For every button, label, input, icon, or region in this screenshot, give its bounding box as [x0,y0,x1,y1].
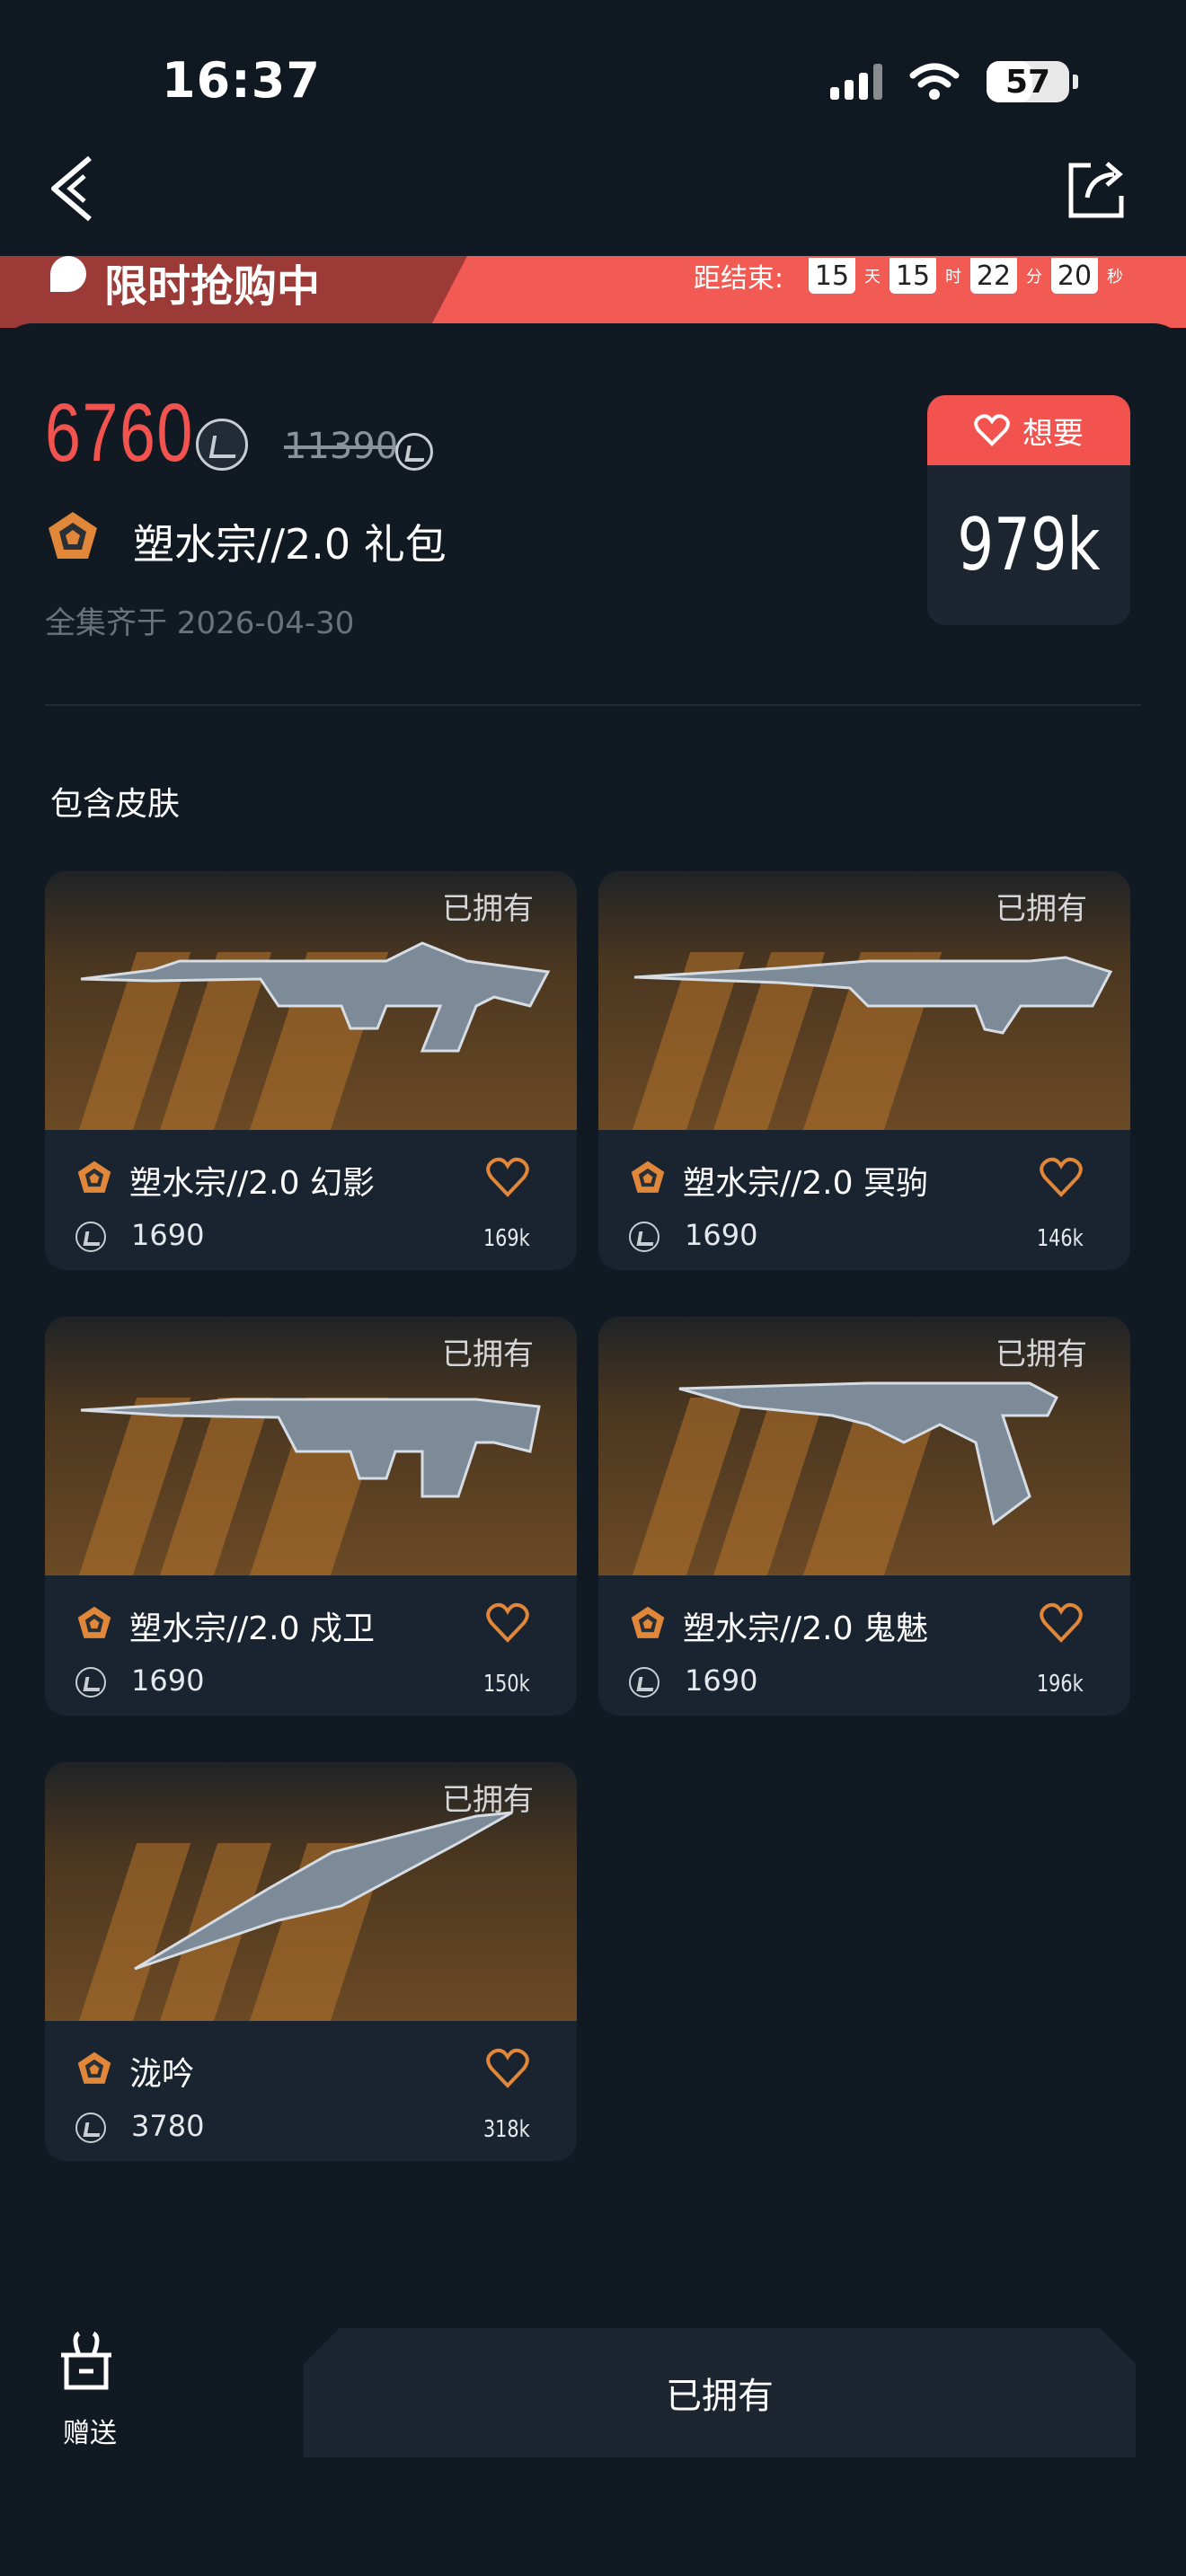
battery-level: 57 [1005,63,1051,101]
countdown-hours: 15 [890,258,936,294]
countdown-minutes: 22 [970,258,1017,294]
days-unit: 天 [864,268,881,287]
valorant-points-icon [75,2113,106,2143]
skin-card[interactable]: 已拥有 塑水宗//2.0 幻影 1690 169k [45,871,577,1270]
battery-icon: 57 [987,61,1069,102]
skin-card[interactable]: 已拥有 塑水宗//2.0 戍卫 1690 150k [45,1317,577,1716]
status-bar: 16:37 57 [0,0,1186,144]
skin-name: 塑水宗//2.0 鬼魅 [683,1610,928,1647]
skin-likes: 169k [483,1225,530,1252]
cellular-signal-icon [830,64,882,100]
tier-badge-icon [631,1606,665,1638]
skin-price: 3780 [131,2109,205,2143]
countdown: 距结束: 15 天 15 时 22 分 20 秒 [694,256,1123,296]
owned-label: 已拥有 [442,1782,534,1818]
section-title: 包含皮肤 [50,786,181,823]
tier-badge-icon [77,2051,111,2084]
share-icon[interactable] [1064,154,1132,223]
tier-badge-icon [631,1160,665,1193]
skin-likes: 150k [483,1671,530,1698]
valorant-points-icon [629,1222,659,1252]
valorant-points-icon [395,433,433,471]
skin-name: 塑水宗//2.0 戍卫 [129,1610,375,1647]
tier-badge-icon [49,512,97,559]
heart-icon[interactable] [485,2048,530,2089]
divider [45,704,1141,706]
skin-likes: 318k [483,2116,530,2143]
countdown-label: 距结束: [693,263,783,295]
flame-icon [50,256,86,292]
tier-badge-icon [77,1160,111,1193]
countdown-days: 15 [809,258,855,294]
gift-button[interactable]: 赠送 [45,2328,135,2454]
tier-badge-icon [77,1606,111,1638]
wifi-icon [909,63,960,100]
valorant-points-icon [196,419,248,471]
skin-image: 已拥有 [598,1317,1130,1575]
owned-label: 已拥有 [996,1337,1087,1372]
skin-likes: 146k [1037,1225,1084,1252]
gift-label: 赠送 [63,2418,117,2449]
heart-icon[interactable] [485,1602,530,1644]
promo-banner: 限时抢购中 距结束: 15 天 15 时 22 分 20 秒 [0,256,1186,328]
hours-unit: 时 [945,268,961,287]
skin-card[interactable]: 已拥有 塑水宗//2.0 鬼魅 1690 196k [598,1317,1130,1716]
complete-date: 全集齐于 2026-04-30 [45,605,355,641]
owned-button[interactable]: 已拥有 [304,2328,1136,2457]
chevron-left-icon[interactable] [45,153,108,225]
skin-likes: 196k [1037,1671,1084,1698]
owned-label: 已拥有 [996,891,1087,927]
skin-image: 已拥有 [45,1762,577,2021]
skin-card[interactable]: 已拥有 塑水宗//2.0 冥驹 1690 146k [598,871,1130,1270]
heart-icon[interactable] [1039,1602,1084,1644]
owned-label: 已拥有 [442,891,534,927]
skin-price: 1690 [685,1663,758,1698]
minutes-unit: 分 [1026,268,1042,287]
skin-name: 泷吟 [129,2056,195,2093]
skin-name: 塑水宗//2.0 幻影 [129,1165,375,1202]
want-label: 想要 [1022,415,1084,452]
valorant-points-icon [629,1667,659,1698]
valorant-points-icon [75,1667,106,1698]
heart-icon[interactable] [485,1157,530,1198]
want-button[interactable]: 想要 979k [927,395,1130,625]
heart-icon[interactable] [1039,1157,1084,1198]
skin-image: 已拥有 [45,1317,577,1575]
skin-price: 1690 [685,1218,758,1252]
skin-card[interactable]: 已拥有 泷吟 3780 318k [45,1762,577,2161]
promo-title: 限时抢购中 [104,261,321,312]
skin-image: 已拥有 [45,871,577,1130]
bundle-name: 塑水宗//2.0 礼包 [133,520,447,569]
status-icons: 57 [830,61,1078,102]
want-count: 979k [957,503,1101,587]
original-price: 11390 [284,426,399,467]
valorant-points-icon [75,1222,106,1252]
seconds-unit: 秒 [1107,268,1123,287]
gift-icon [61,2331,111,2390]
countdown-seconds: 20 [1051,258,1098,294]
skin-price: 1690 [131,1218,205,1252]
skin-price: 1690 [131,1663,205,1698]
skin-name: 塑水宗//2.0 冥驹 [683,1165,928,1202]
heart-icon [974,414,1010,446]
bundle-price: 6760 [45,387,194,479]
owned-label: 已拥有 [442,1337,534,1372]
skin-image: 已拥有 [598,871,1130,1130]
status-time: 16:37 [162,52,321,109]
